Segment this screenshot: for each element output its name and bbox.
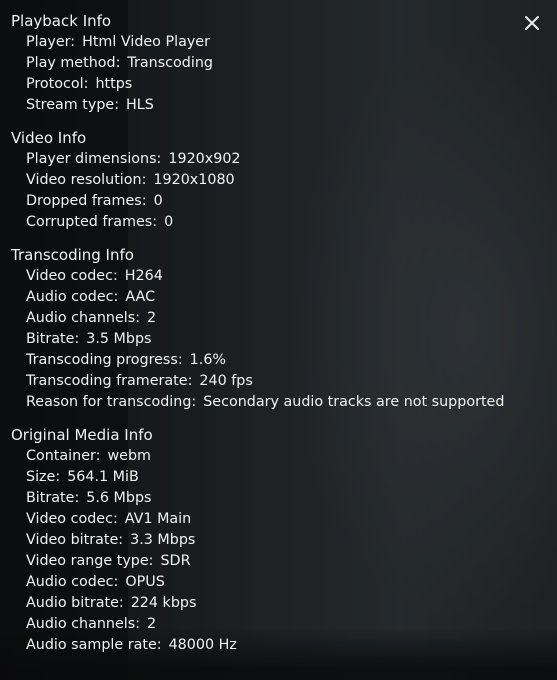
stat-label: Video codec <box>26 511 118 527</box>
stat-row: Protocol https <box>11 74 517 95</box>
stat-label: Stream type <box>26 97 119 113</box>
stat-row: Transcoding progress 1.6% <box>11 350 517 371</box>
stat-row: Audio sample rate 48000 Hz <box>11 635 517 656</box>
stat-label: Play method <box>26 55 120 71</box>
stat-row: Video codec AV1 Main <box>11 509 517 530</box>
stat-value: 2 <box>147 310 157 326</box>
stat-row: Dropped frames 0 <box>11 191 517 212</box>
video-info-section: Video Info Player dimensions 1920x902 Vid… <box>11 128 517 233</box>
stat-row: Audio codec AAC <box>11 287 517 308</box>
stats-content: Playback Info Player Html Video Player Pl… <box>11 11 517 656</box>
stat-value: 2 <box>147 616 157 632</box>
stat-value: AV1 Main <box>124 511 192 527</box>
stat-value: 564.1 MiB <box>67 469 139 485</box>
stat-row: Container webm <box>11 446 517 467</box>
stat-row: Play method Transcoding <box>11 53 517 74</box>
stat-value: H264 <box>124 268 163 284</box>
stat-value: 3.3 Mbps <box>130 532 196 548</box>
stat-row: Size 564.1 MiB <box>11 467 517 488</box>
stat-row: Transcoding framerate 240 fps <box>11 371 517 392</box>
stat-row: Video codec H264 <box>11 266 517 287</box>
stat-label: Container <box>26 448 100 464</box>
stat-row: Player dimensions 1920x902 <box>11 149 517 170</box>
stat-row: Bitrate 5.6 Mbps <box>11 488 517 509</box>
stat-value: SDR <box>160 553 191 569</box>
stat-value: 3.5 Mbps <box>86 331 152 347</box>
stat-value: 224 kbps <box>130 595 197 611</box>
stat-row: Corrupted frames 0 <box>11 212 517 233</box>
stat-label: Corrupted frames <box>26 214 157 230</box>
stat-label: Bitrate <box>26 331 79 347</box>
stat-label: Audio bitrate <box>26 595 124 611</box>
stat-value: Html Video Player <box>82 34 210 50</box>
stat-row: Player Html Video Player <box>11 32 517 53</box>
stat-value: HLS <box>126 97 154 113</box>
playback-info-section: Playback Info Player Html Video Player Pl… <box>11 11 517 116</box>
section-title: Transcoding Info <box>11 246 134 264</box>
stat-label: Protocol <box>26 76 88 92</box>
stat-value: OPUS <box>125 574 165 590</box>
stat-value: 1.6% <box>189 352 226 368</box>
stat-label: Bitrate <box>26 490 79 506</box>
stat-label: Reason for transcoding <box>26 394 196 410</box>
stat-value: 1920x902 <box>168 151 241 167</box>
stat-label: Player dimensions <box>26 151 161 167</box>
stat-value: 1920x1080 <box>153 172 235 188</box>
video-backdrop: Playback Info Player Html Video Player Pl… <box>0 0 557 680</box>
stat-row: Audio codec OPUS <box>11 572 517 593</box>
stat-label: Video resolution <box>26 172 146 188</box>
stat-label: Video codec <box>26 268 118 284</box>
stat-value: webm <box>107 448 151 464</box>
stat-label: Video bitrate <box>26 532 123 548</box>
stat-label: Video range type <box>26 553 153 569</box>
stat-value: 0 <box>164 214 174 230</box>
stat-value: Secondary audio tracks are not supported <box>203 394 505 410</box>
stat-row: Reason for transcoding Secondary audio tr… <box>11 392 517 413</box>
stat-label: Size <box>26 469 60 485</box>
stat-row: Bitrate 3.5 Mbps <box>11 329 517 350</box>
stat-value: 240 fps <box>199 373 253 389</box>
stat-label: Audio codec <box>26 289 118 305</box>
stat-value: https <box>95 76 133 92</box>
transcoding-info-section: Transcoding Info Video codec H264 Audio c… <box>11 245 517 413</box>
section-title: Video Info <box>11 129 87 147</box>
stat-row: Video bitrate 3.3 Mbps <box>11 530 517 551</box>
original-media-info-section: Original Media Info Container webm Size 56… <box>11 425 517 656</box>
stat-row: Stream type HLS <box>11 95 517 116</box>
stat-label: Audio channels <box>26 310 140 326</box>
stat-value: AAC <box>125 289 156 305</box>
stat-label: Audio sample rate <box>26 637 162 653</box>
stat-row: Audio bitrate 224 kbps <box>11 593 517 614</box>
section-title: Playback Info <box>11 12 112 30</box>
stat-label: Player <box>26 34 75 50</box>
stat-row: Audio channels 2 <box>11 308 517 329</box>
stat-value: 0 <box>153 193 163 209</box>
stat-row: Audio channels 2 <box>11 614 517 635</box>
stat-label: Transcoding framerate <box>26 373 192 389</box>
stat-label: Transcoding progress <box>26 352 183 368</box>
close-icon <box>525 16 539 30</box>
stat-row: Video resolution 1920x1080 <box>11 170 517 191</box>
stat-value: 5.6 Mbps <box>86 490 152 506</box>
section-title: Original Media Info <box>11 426 153 444</box>
playback-info-panel: Playback Info Player Html Video Player Pl… <box>0 0 557 680</box>
stat-label: Dropped frames <box>26 193 147 209</box>
stat-label: Audio codec <box>26 574 118 590</box>
stat-row: Video range type SDR <box>11 551 517 572</box>
close-button[interactable] <box>521 12 543 34</box>
stat-label: Audio channels <box>26 616 140 632</box>
stat-value: Transcoding <box>127 55 213 71</box>
stat-value: 48000 Hz <box>168 637 237 653</box>
